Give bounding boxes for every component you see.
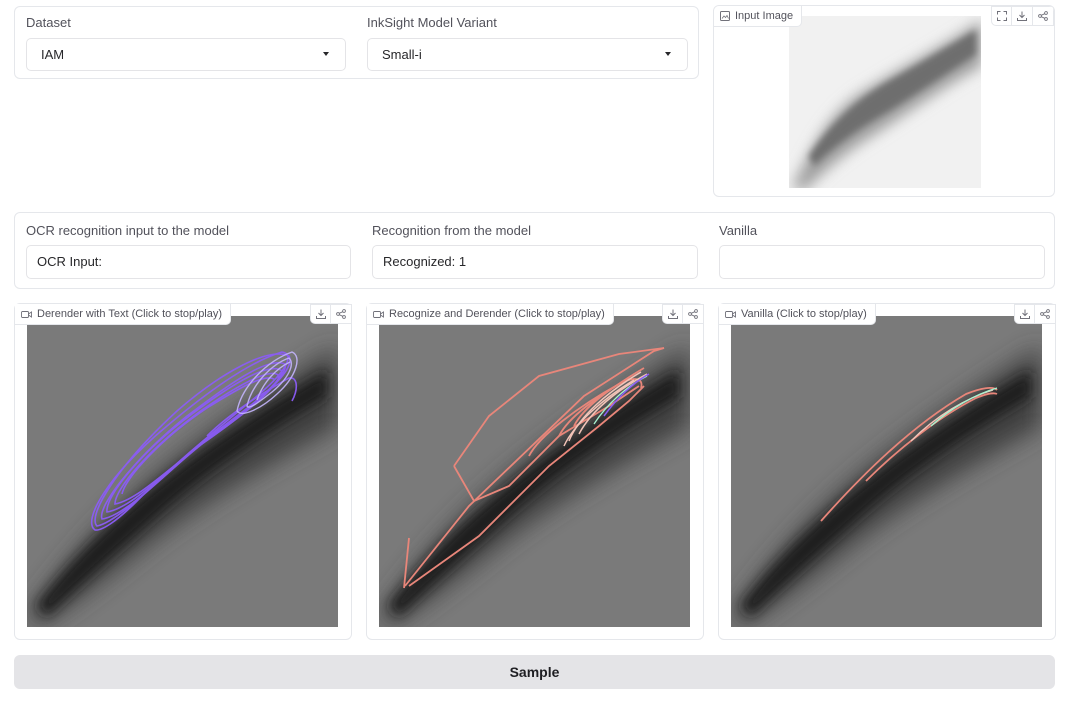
recognize-derender-label: Recognize and Derender (Click to stop/pl… bbox=[389, 308, 605, 320]
chevron-down-icon bbox=[323, 52, 329, 56]
vanilla-tag: Vanilla (Click to stop/play) bbox=[719, 304, 876, 325]
variant-value: Small-i bbox=[382, 47, 422, 62]
vanilla-video-label: Vanilla (Click to stop/play) bbox=[741, 308, 867, 320]
derender-with-text-label: Derender with Text (Click to stop/play) bbox=[37, 308, 223, 320]
download-icon bbox=[1019, 309, 1030, 319]
share-button[interactable] bbox=[683, 304, 704, 324]
recognition-field[interactable]: Recognized: 1 bbox=[372, 245, 698, 279]
share-button[interactable] bbox=[1035, 304, 1056, 324]
share-button[interactable] bbox=[1033, 6, 1054, 26]
vanilla-video[interactable] bbox=[731, 316, 1042, 627]
download-icon bbox=[1017, 11, 1027, 21]
variant-dropdown[interactable]: Small-i bbox=[367, 38, 688, 71]
dataset-label: Dataset bbox=[26, 15, 71, 30]
download-icon bbox=[315, 309, 326, 319]
ocr-input-field[interactable]: OCR Input: bbox=[26, 245, 351, 279]
share-icon bbox=[336, 309, 346, 319]
download-button[interactable] bbox=[310, 304, 331, 324]
video-icon bbox=[21, 310, 32, 318]
recognize-derender-toolbar bbox=[662, 304, 704, 324]
derender-with-text-video[interactable] bbox=[27, 316, 338, 627]
video-frame bbox=[731, 316, 1042, 627]
download-button[interactable] bbox=[1012, 6, 1033, 26]
vanilla-toolbar bbox=[1014, 304, 1056, 324]
video-frame bbox=[379, 316, 690, 627]
download-button[interactable] bbox=[1014, 304, 1035, 324]
recognize-derender-tag: Recognize and Derender (Click to stop/pl… bbox=[367, 304, 614, 325]
share-icon bbox=[1040, 309, 1050, 319]
video-icon bbox=[725, 310, 736, 318]
recognize-derender-video[interactable] bbox=[379, 316, 690, 627]
image-icon bbox=[720, 11, 730, 21]
input-image-toolbar bbox=[991, 6, 1054, 26]
share-icon bbox=[1038, 11, 1048, 21]
download-button[interactable] bbox=[662, 304, 683, 324]
download-icon bbox=[667, 309, 678, 319]
derender-with-text-toolbar bbox=[310, 304, 352, 324]
vanilla-field[interactable] bbox=[719, 245, 1045, 279]
dataset-dropdown[interactable]: IAM bbox=[26, 38, 346, 71]
recognition-label: Recognition from the model bbox=[372, 223, 531, 238]
input-image-panel: Input Image bbox=[713, 5, 1055, 197]
dataset-value: IAM bbox=[41, 47, 65, 62]
input-image bbox=[789, 16, 981, 188]
share-icon bbox=[688, 309, 698, 319]
variant-label: InkSight Model Variant bbox=[367, 15, 497, 30]
ocr-label: OCR recognition input to the model bbox=[26, 223, 230, 238]
fullscreen-button[interactable] bbox=[991, 6, 1012, 26]
input-image-label: Input Image bbox=[735, 10, 794, 22]
share-button[interactable] bbox=[331, 304, 352, 324]
video-icon bbox=[373, 310, 384, 318]
video-frame bbox=[27, 316, 338, 627]
derender-with-text-tag: Derender with Text (Click to stop/play) bbox=[15, 304, 232, 325]
chevron-down-icon bbox=[665, 52, 671, 56]
sample-button[interactable]: Sample bbox=[14, 655, 1055, 689]
fullscreen-icon bbox=[996, 11, 1007, 21]
vanilla-label: Vanilla bbox=[719, 223, 758, 238]
input-image-tag: Input Image bbox=[714, 6, 803, 27]
